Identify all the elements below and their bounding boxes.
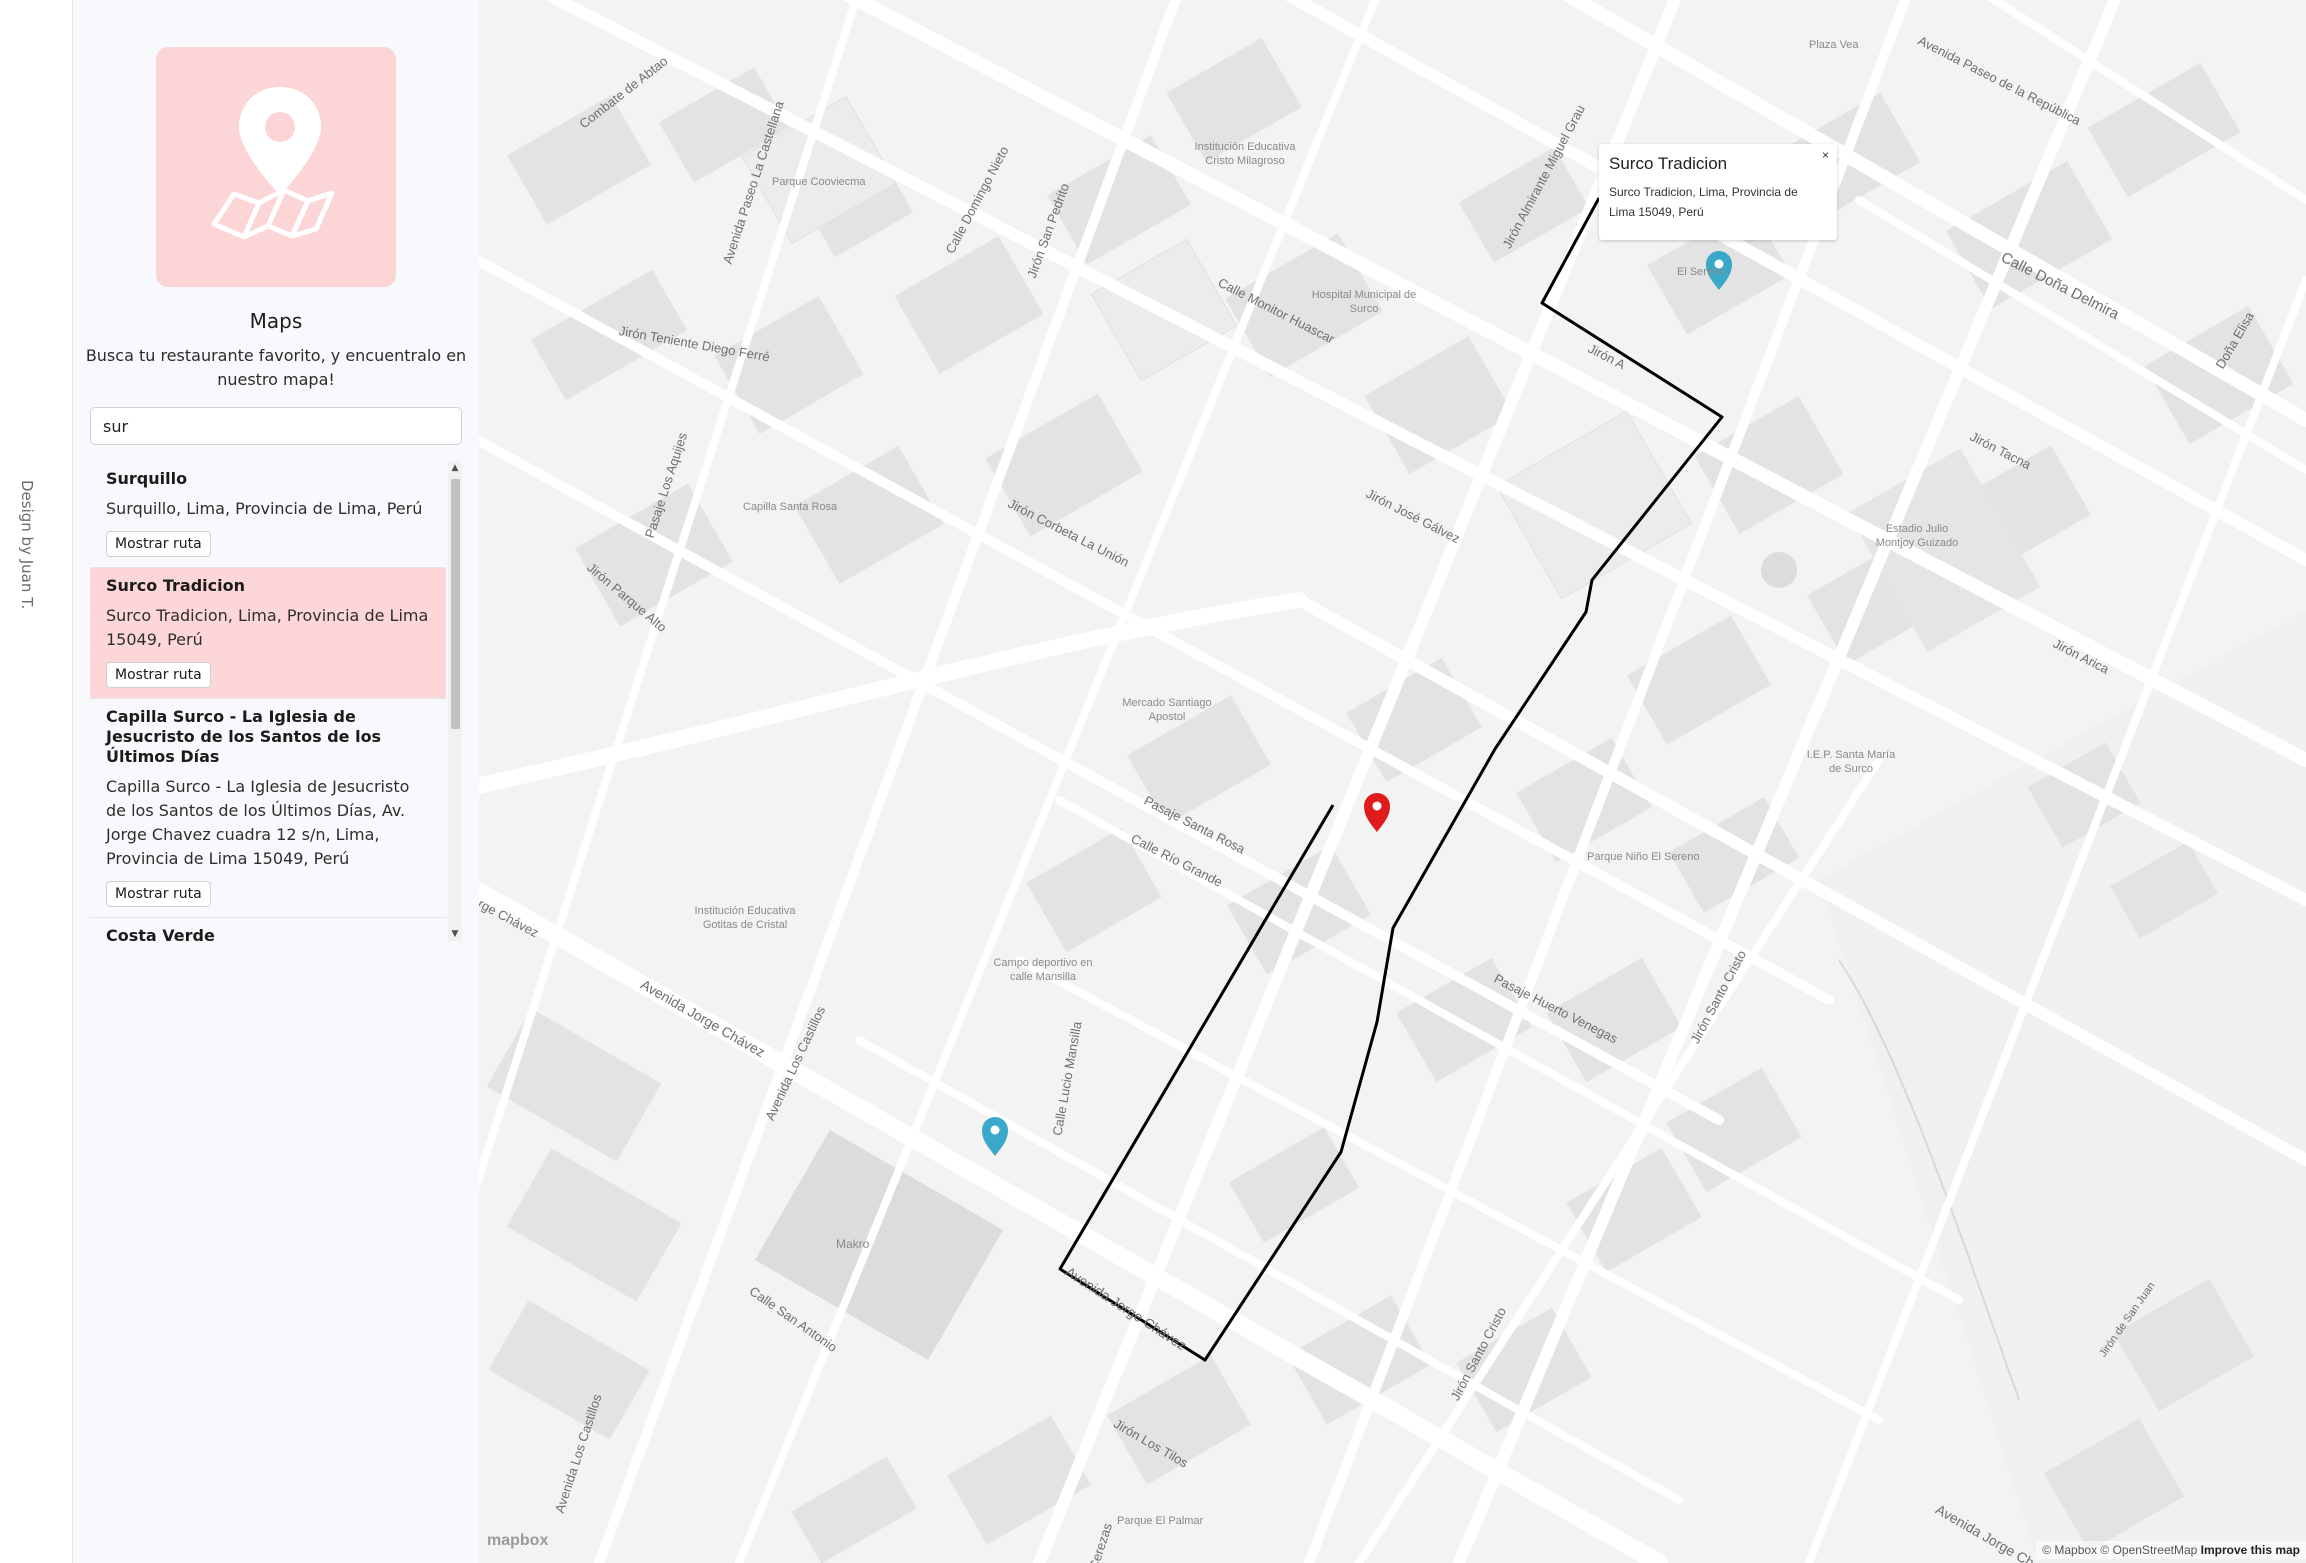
result-name: Surquillo: [106, 469, 188, 488]
show-route-button[interactable]: Mostrar ruta: [106, 881, 211, 907]
map-attribution: © Mapbox © OpenStreetMap Improve this ma…: [2036, 1541, 2306, 1559]
poi-label: El Sereno: [1677, 266, 1726, 278]
improve-map-link[interactable]: Improve this map: [2201, 1543, 2300, 1557]
result-address: Surco Tradicion, Lima, Provincia de Lima…: [106, 606, 429, 649]
show-route-button[interactable]: Mostrar ruta: [106, 531, 211, 557]
list-item[interactable]: Capilla Surco - La Iglesia de Jesucristo…: [90, 699, 446, 918]
poi-label: Estadio Julio Montjoy Guizado: [1875, 523, 1959, 549]
poi-label: Capilla Santa Rosa: [743, 501, 838, 513]
poi-label: Parque Cooviecma: [772, 176, 866, 188]
result-name: Surco Tradicion: [106, 576, 245, 595]
popup-address: Surco Tradicion, Lima, Provincia de Lima…: [1609, 185, 1798, 219]
poi-label: Plaza Vea: [1809, 39, 1859, 51]
scroll-down-icon[interactable]: ▼: [448, 927, 462, 941]
result-address: Capilla Surco - La Iglesia de Jesucristo…: [106, 777, 410, 868]
left-rail: Design by Juan T.: [0, 0, 73, 1563]
design-credit: Design by Juan T.: [18, 480, 36, 610]
result-address: Surquillo, Lima, Provincia de Lima, Perú: [106, 499, 423, 518]
result-name: Costa Verde: [106, 926, 215, 941]
scrollbar-thumb[interactable]: [451, 479, 460, 729]
poi-label: Parque Niño El Sereno: [1587, 851, 1700, 863]
attribution-text[interactable]: © Mapbox © OpenStreetMap: [2042, 1543, 2197, 1557]
popup-close-button[interactable]: ×: [1822, 148, 1829, 162]
poi-label: Campo deportivo en calle Mansilla: [993, 957, 1093, 983]
mapbox-logo-text: mapbox: [487, 1532, 549, 1549]
sidebar: Maps Busca tu restaurante favorito, y en…: [73, 0, 479, 1563]
poi-label: Mercado Santiago Apostol: [1122, 697, 1212, 723]
show-route-button[interactable]: Mostrar ruta: [106, 662, 211, 688]
poi-label: Makro: [836, 1237, 870, 1251]
page-title: Maps: [249, 309, 303, 333]
search-input[interactable]: [90, 407, 462, 445]
place-popup: × Surco Tradicion Surco Tradicion, Lima,…: [1599, 144, 1837, 240]
mapbox-logo[interactable]: mapbox: [487, 1532, 548, 1550]
list-item[interactable]: Costa Verde: [90, 918, 446, 941]
results-scrollbar[interactable]: ▲ ▼: [448, 461, 462, 941]
popup-title: Surco Tradicion: [1609, 154, 1728, 173]
list-item-active[interactable]: Surco Tradicion Surco Tradicion, Lima, P…: [90, 568, 446, 699]
results-items: Surquillo Surquillo, Lima, Provincia de …: [90, 461, 446, 941]
list-item[interactable]: Surquillo Surquillo, Lima, Provincia de …: [90, 461, 446, 568]
poi-label: Hospital Municipal de Surco: [1311, 289, 1417, 315]
map-pin-icon: [211, 87, 335, 240]
results-list[interactable]: Surquillo Surquillo, Lima, Provincia de …: [90, 461, 462, 941]
poi-label: Institución Educativa Gotitas de Cristal: [694, 905, 796, 931]
map-canvas[interactable]: Combate de Abtao Avenida Paseo La Castel…: [479, 0, 2306, 1563]
result-name: Capilla Surco - La Iglesia de Jesucristo…: [106, 707, 382, 766]
scroll-up-icon[interactable]: ▲: [448, 461, 462, 475]
page-subtitle: Busca tu restaurante favorito, y encuent…: [85, 346, 467, 389]
poi-label: Institución Educativa Cristo Milagroso: [1194, 141, 1296, 167]
poi-label: Parque El Palmar: [1117, 1515, 1204, 1527]
map-streets: [479, 0, 2306, 1563]
poi-label: I.E.P. Santa María de Surco: [1806, 749, 1896, 775]
app-logo: [156, 47, 396, 287]
